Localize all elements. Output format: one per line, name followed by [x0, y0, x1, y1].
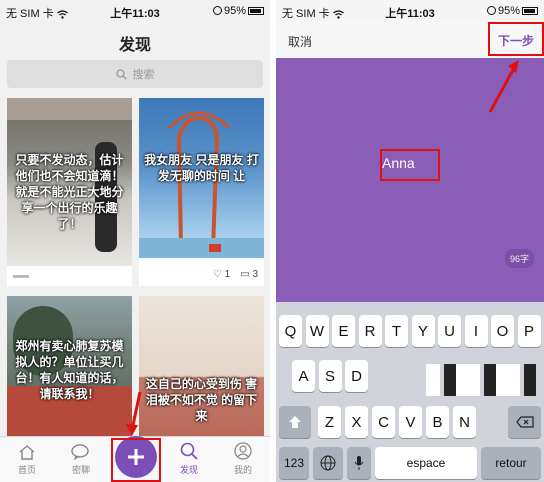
search-icon: [115, 68, 126, 79]
search-placeholder: 搜索: [132, 69, 155, 81]
key-u[interactable]: U: [438, 315, 461, 347]
key-v[interactable]: V: [399, 406, 422, 438]
shift-key[interactable]: [279, 406, 311, 438]
key-s[interactable]: S: [318, 360, 342, 392]
key-b[interactable]: B: [426, 406, 449, 438]
battery-percent: 95%: [497, 5, 520, 17]
comment-icon[interactable]: ▭: [240, 269, 249, 280]
key-w[interactable]: W: [305, 315, 329, 347]
card-caption: 只要不发动态，估计他们也不会知道滴！就是不能光正大地分享一个出行的乐趣了！: [15, 153, 124, 231]
search-bar[interactable]: 搜索: [7, 60, 263, 88]
tab-chat[interactable]: 密聊: [54, 437, 108, 482]
keyboard: QWERTYUIOP ASD ZXCVBN 123 espace retour: [276, 302, 544, 482]
key-z[interactable]: Z: [318, 406, 341, 438]
status-bar: 无 SIM 卡 上午11:03 95%: [0, 0, 270, 22]
battery-percent: 95%: [223, 5, 246, 17]
discover-screen: 无 SIM 卡 上午11:03 95% 发现 搜索 只要不发动态，估计他们也不会…: [0, 0, 270, 482]
card-caption: 郑州有卖心肺复苏模拟人的？单位让买几台！有人知道的话，请联系我！: [15, 339, 124, 401]
user-icon: [234, 442, 252, 460]
rotation-lock-icon: [212, 6, 222, 15]
heart-icon[interactable]: ♡: [213, 269, 222, 280]
key-q[interactable]: Q: [279, 315, 302, 347]
key-p[interactable]: P: [517, 315, 541, 347]
battery-icon: [248, 7, 264, 15]
battery-icon: [522, 7, 538, 15]
tab-label: 首页: [17, 465, 36, 475]
key-a[interactable]: A: [292, 360, 315, 392]
microphone-icon: [354, 456, 364, 470]
tab-label: 我的: [233, 465, 252, 475]
tab-home[interactable]: 首页: [0, 437, 54, 482]
annotation-highlight-box: [380, 149, 440, 181]
compose-screen: 无 SIM 卡 上午11:03 95% 取消 下一步 Anna 96字 QWER…: [276, 0, 544, 482]
key-e[interactable]: E: [332, 315, 355, 347]
annotation-highlight-box: [488, 22, 544, 56]
feed-card[interactable]: 这自己的心受到伤 害泪被不如不觉 的留下来: [139, 296, 264, 442]
key-x[interactable]: X: [345, 406, 368, 438]
annotation-arrow: [126, 391, 142, 436]
status-bar: 无 SIM 卡 上午11:03 95%: [276, 0, 544, 22]
key-d[interactable]: D: [345, 360, 368, 392]
backspace-key[interactable]: [508, 406, 541, 438]
key-c[interactable]: C: [372, 406, 395, 438]
page-title: 发现: [118, 37, 151, 54]
key-r[interactable]: R: [358, 315, 382, 347]
space-key[interactable]: espace: [375, 447, 477, 479]
feed-card[interactable]: 只要不发动态，估计他们也不会知道滴！就是不能光正大地分享一个出行的乐趣了！: [7, 98, 132, 286]
tab-label: 发现: [179, 465, 198, 475]
numbers-key[interactable]: 123: [279, 447, 309, 479]
tab-label: 密聊: [71, 465, 90, 475]
char-counter: 96字: [504, 249, 534, 268]
image-artifact: [426, 364, 536, 396]
chat-bubble-icon: [71, 444, 89, 460]
annotation-highlight-box: [111, 438, 161, 482]
globe-icon: [320, 455, 336, 471]
tab-profile[interactable]: 我的: [216, 437, 270, 482]
nav-bar: 发现: [0, 22, 270, 58]
annotation-arrow: [488, 60, 519, 113]
like-count: 1: [224, 269, 231, 280]
rotation-lock-icon: [486, 6, 496, 15]
key-i[interactable]: I: [464, 315, 488, 347]
search-icon: [180, 442, 198, 460]
key-o[interactable]: O: [491, 315, 514, 347]
dictation-key[interactable]: [347, 447, 371, 479]
feed-card[interactable]: 我女朋友 只是朋友 打发无聊的时间 让 ♡ 1 ▭ 3: [139, 98, 264, 286]
key-y[interactable]: Y: [411, 315, 435, 347]
card-caption: 这自己的心受到伤 害泪被不如不觉 的留下来: [145, 377, 258, 423]
cancel-button[interactable]: 取消: [288, 33, 312, 50]
home-icon: [19, 445, 35, 460]
return-key[interactable]: retour: [481, 447, 541, 479]
globe-key[interactable]: [313, 447, 343, 479]
shift-icon: [289, 416, 301, 428]
feed-card[interactable]: 郑州有卖心肺复苏模拟人的？单位让买几台！有人知道的话，请联系我！: [7, 296, 132, 442]
key-n[interactable]: N: [453, 406, 476, 438]
card-stats: ♡ 1 ▭ 3: [145, 269, 258, 280]
comment-count: 3: [252, 269, 258, 280]
card-caption: 我女朋友 只是朋友 打发无聊的时间 让: [144, 153, 259, 183]
backspace-icon: [515, 416, 534, 428]
tab-discover[interactable]: 发现: [162, 437, 216, 482]
key-t[interactable]: T: [385, 315, 408, 347]
